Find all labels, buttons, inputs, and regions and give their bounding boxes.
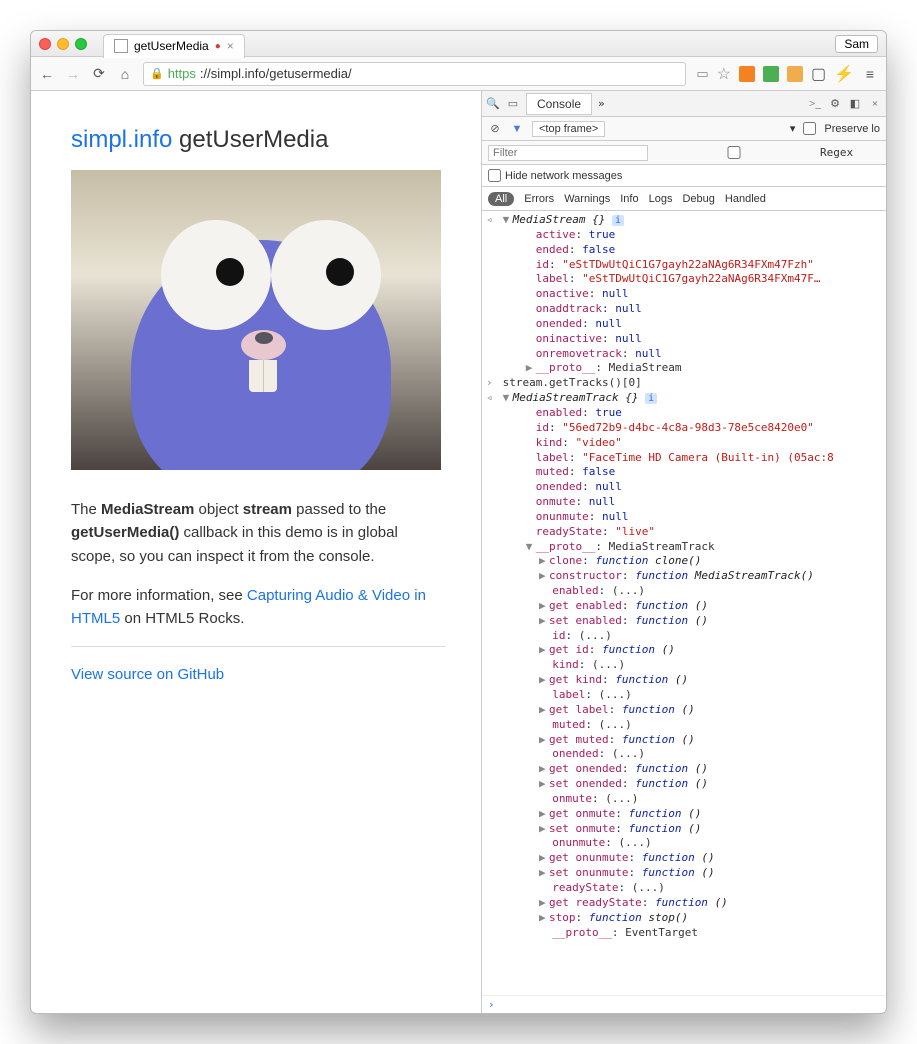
close-devtools-icon[interactable]: × <box>868 98 882 110</box>
console-tab[interactable]: Console <box>526 93 592 115</box>
extension-icon[interactable]: ⚡ <box>834 64 854 84</box>
log-level-info[interactable]: Info <box>620 193 638 205</box>
filter-icon[interactable]: ▼ <box>510 123 524 135</box>
hide-network-row: Hide network messages <box>482 165 886 187</box>
page-title: simpl.info getUserMedia <box>71 126 446 154</box>
log-level-all[interactable]: All <box>488 192 514 206</box>
extension-icons: ▭ ☆ ▢ ⚡ ≡ <box>696 64 878 84</box>
source-link[interactable]: View source on GitHub <box>71 666 224 683</box>
bookmark-star-icon[interactable]: ☆ <box>717 64 731 84</box>
recording-indicator-icon: ● <box>215 41 221 52</box>
devtools-panel: 🔍 ▭ Console » >_ ⚙ ◧ × ⊘ ▼ <top frame> ▾… <box>481 91 886 1013</box>
console-output[interactable]: ◃ ▼MediaStream {} i active: true ended: … <box>482 211 886 995</box>
paragraph: The MediaStream object stream passed to … <box>71 498 446 568</box>
devtools-toolbar: 🔍 ▭ Console » >_ ⚙ ◧ × <box>482 91 886 117</box>
reload-button[interactable]: ⟳ <box>91 66 107 82</box>
regex-label: Regex <box>820 146 853 159</box>
hide-network-label: Hide network messages <box>505 170 622 182</box>
log-level-handled[interactable]: Handled <box>725 193 766 205</box>
window-zoom-icon[interactable] <box>75 38 87 50</box>
extension-icon[interactable] <box>763 66 779 82</box>
browser-tab[interactable]: getUserMedia ● × <box>103 34 245 58</box>
log-level-logs[interactable]: Logs <box>649 193 673 205</box>
frame-dropdown-icon[interactable]: ▾ <box>790 122 796 135</box>
tab-favicon <box>114 39 128 53</box>
url-bar[interactable]: 🔒 https ://simpl.info/getusermedia/ <box>143 62 686 86</box>
tab-title: getUserMedia <box>134 39 209 53</box>
divider <box>71 646 446 647</box>
title-link[interactable]: simpl.info <box>71 126 172 153</box>
console-prompt[interactable]: › <box>482 995 886 1013</box>
settings-icon[interactable]: ⚙ <box>828 97 842 110</box>
browser-window: getUserMedia ● × Sam ← → ⟳ ⌂ 🔒 https ://… <box>30 30 887 1014</box>
toolbar: ← → ⟳ ⌂ 🔒 https ://simpl.info/getusermed… <box>31 57 886 91</box>
window-close-icon[interactable] <box>39 38 51 50</box>
extension-icon[interactable] <box>787 66 803 82</box>
lock-icon: 🔒 <box>150 67 164 80</box>
inspect-icon[interactable]: 🔍 <box>486 97 500 110</box>
devtools-context-bar: ⊘ ▼ <top frame> ▾ Preserve lo <box>482 117 886 141</box>
cast-icon[interactable]: ▢ <box>811 64 826 84</box>
more-tabs[interactable]: » <box>598 97 605 110</box>
home-button[interactable]: ⌂ <box>117 66 133 82</box>
filter-input[interactable] <box>488 145 648 161</box>
log-level-warnings[interactable]: Warnings <box>564 193 610 205</box>
frame-select[interactable]: <top frame> <box>532 121 605 137</box>
menu-button[interactable]: ≡ <box>862 66 878 82</box>
tab-close-icon[interactable]: × <box>227 39 234 53</box>
video-element[interactable] <box>71 170 441 470</box>
paragraph: For more information, see Capturing Audi… <box>71 584 446 631</box>
extension-icon[interactable] <box>739 66 755 82</box>
window-minimize-icon[interactable] <box>57 38 69 50</box>
back-button[interactable]: ← <box>39 66 55 82</box>
clear-console-icon[interactable]: ⊘ <box>488 122 502 135</box>
filter-row: Regex <box>482 141 886 165</box>
drawer-icon[interactable]: >_ <box>808 98 822 110</box>
regex-checkbox[interactable] <box>654 146 814 159</box>
titlebar: getUserMedia ● × Sam <box>31 31 886 57</box>
hide-network-checkbox[interactable] <box>488 169 501 182</box>
log-level-errors[interactable]: Errors <box>524 193 554 205</box>
title-rest: getUserMedia <box>172 126 328 153</box>
camera-permission-icon[interactable]: ▭ <box>696 66 708 82</box>
profile-button[interactable]: Sam <box>835 35 878 53</box>
url-rest: ://simpl.info/getusermedia/ <box>200 66 352 81</box>
preserve-log-label: Preserve lo <box>824 123 880 135</box>
log-level-bar: All Errors Warnings Info Logs Debug Handled <box>482 187 886 211</box>
page-content: simpl.info getUserMedia The MediaStream … <box>31 91 481 1013</box>
device-icon[interactable]: ▭ <box>506 97 520 110</box>
url-scheme: https <box>168 66 196 81</box>
forward-button[interactable]: → <box>65 66 81 82</box>
preserve-log-checkbox[interactable] <box>803 122 816 135</box>
dock-icon[interactable]: ◧ <box>848 97 862 110</box>
log-level-debug[interactable]: Debug <box>682 193 714 205</box>
